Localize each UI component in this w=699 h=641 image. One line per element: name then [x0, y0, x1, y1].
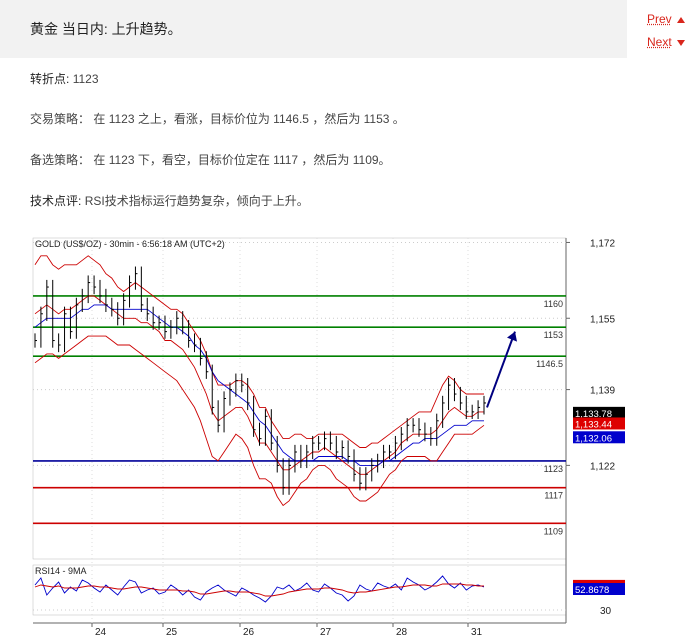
level-label-1153: 1153 — [544, 330, 563, 340]
strategy-text: 在 1123 之上，看涨，目标价位为 1146.5 ，然后为 1153 。 — [93, 112, 405, 126]
price-tag-label: 1,133.44 — [575, 419, 612, 430]
content-panel: 黄金 当日内: 上升趋势。 转折点: 1123 交易策略： 在 1123 之上，… — [0, 0, 627, 641]
x-tick-label: 31 — [471, 627, 483, 638]
chart-title: GOLD (US$/OZ) - 30min - 6:56:18 AM (UTC+… — [35, 239, 225, 249]
pivot-line: 转折点: 1123 — [30, 70, 99, 87]
y-tick-label: 1,139 — [590, 386, 615, 397]
rsi-tag-label: 52.8678 — [575, 585, 609, 596]
x-tick-label: 24 — [95, 627, 107, 638]
level-label-1109: 1109 — [544, 526, 563, 536]
pivot-label: 转折点: — [30, 72, 70, 86]
chevron-down-icon — [676, 39, 685, 46]
strategy-line: 交易策略： 在 1123 之上，看涨，目标价位为 1146.5 ，然后为 115… — [30, 110, 405, 127]
x-tick-label: 28 — [396, 627, 408, 638]
rsi-title: RSI14 - 9MA — [35, 566, 87, 576]
y-tick-label: 1,155 — [590, 314, 615, 325]
strategy-label: 交易策略： — [30, 112, 91, 126]
gold-chart: 1,172 1,155 1,139 1,122 30 24 25 26 27 28 31 GOLD (… — [32, 237, 625, 638]
comment-text: RSI技术指标运行趋势复杂，倾向于上升。 — [84, 194, 309, 208]
main-plot-frame — [32, 237, 567, 560]
x-tick-label: 25 — [166, 627, 178, 638]
level-label-1123: 1123 — [544, 464, 563, 474]
pivot-value: 1123 — [72, 72, 99, 86]
comment-label: 技术点评: — [30, 194, 82, 208]
series-bollinger-mid — [34, 295, 484, 475]
alt-strategy-label: 备选策略： — [30, 153, 91, 167]
x-tick-label: 26 — [243, 627, 255, 638]
page-title: 黄金 当日内: 上升趋势。 — [30, 21, 182, 37]
x-tick-label: 27 — [320, 627, 332, 638]
comment-line: 技术点评: RSI技术指标运行趋势复杂，倾向于上升。 — [30, 192, 309, 209]
prev-label: Prev — [647, 12, 672, 26]
next-link[interactable]: Next — [647, 35, 685, 49]
series-bollinger-upper — [34, 255, 484, 448]
y-tick-label: 1,172 — [590, 238, 615, 249]
title-bar: 黄金 当日内: 上升趋势。 — [0, 0, 627, 58]
level-label-1160: 1160 — [544, 299, 563, 309]
trend-arrow-line — [486, 331, 516, 408]
rsi-y-tick-label: 30 — [600, 606, 612, 617]
alt-strategy-text: 在 1123 下，看空，目标价位定在 1117 ，然后为 1109。 — [93, 153, 391, 167]
chevron-up-icon — [676, 16, 685, 23]
next-label: Next — [647, 35, 672, 49]
series-rsi-ma — [34, 583, 484, 597]
alt-strategy-line: 备选策略： 在 1123 下，看空，目标价位定在 1117 ，然后为 1109。 — [30, 151, 391, 168]
level-label-1146.5: 1146.5 — [536, 359, 563, 369]
y-tick-label: 1,122 — [590, 461, 615, 472]
series-rsi — [34, 575, 485, 603]
prev-link[interactable]: Prev — [647, 12, 685, 26]
level-label-1117: 1117 — [544, 491, 563, 501]
price-tag-label: 1,132.06 — [575, 433, 612, 444]
